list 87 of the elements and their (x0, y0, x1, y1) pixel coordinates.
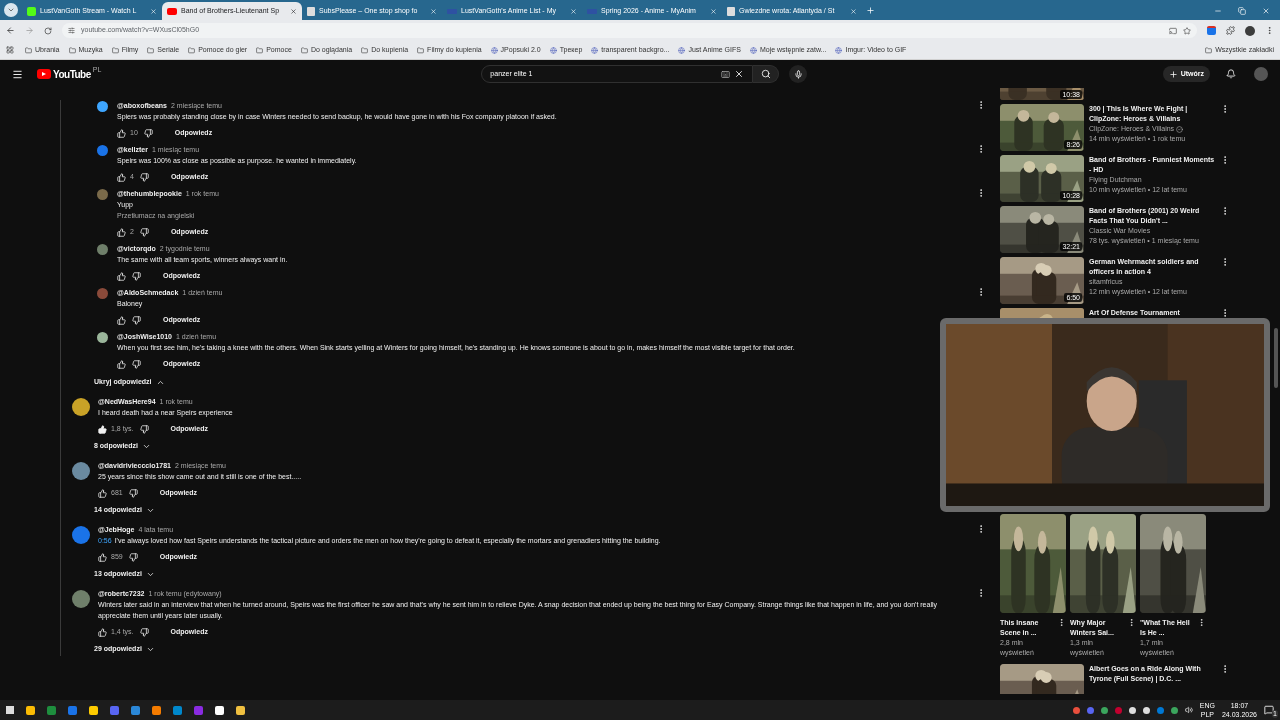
more-icon[interactable] (1197, 618, 1206, 627)
like-icon[interactable] (117, 271, 126, 281)
voice-search-button[interactable] (789, 65, 808, 83)
notifications-icon[interactable] (1264, 705, 1274, 715)
folder-icon (417, 46, 425, 54)
site-icon (835, 46, 843, 54)
app-icon[interactable] (215, 705, 224, 715)
dislike-icon[interactable] (139, 172, 149, 182)
folder-icon (188, 46, 196, 54)
avatar[interactable] (72, 398, 90, 416)
more-icon[interactable] (1057, 618, 1066, 627)
back-icon[interactable] (6, 26, 15, 35)
avatar[interactable] (97, 332, 108, 343)
dislike-icon[interactable] (143, 128, 153, 138)
tab-search-button[interactable] (4, 3, 18, 17)
app-icon[interactable] (152, 705, 161, 715)
star-icon[interactable] (1183, 26, 1191, 35)
extension-icon[interactable] (1207, 26, 1216, 35)
page-icon (727, 6, 735, 16)
reload-icon[interactable] (44, 26, 52, 35)
avatar[interactable] (97, 189, 108, 200)
notifications-icon[interactable] (1226, 69, 1236, 79)
like-icon[interactable] (117, 315, 126, 325)
site-icon (678, 46, 686, 54)
dislike-icon[interactable] (132, 271, 141, 281)
volume-icon[interactable] (1184, 706, 1193, 714)
extensions-icon[interactable] (1226, 26, 1235, 35)
cast-icon[interactable] (1169, 26, 1177, 35)
site-icon (549, 46, 557, 54)
close-icon[interactable] (290, 7, 297, 15)
mic-icon (793, 69, 803, 79)
avatar[interactable] (72, 462, 90, 480)
site-icon (591, 46, 599, 54)
avatar[interactable] (97, 145, 108, 156)
dislike-icon[interactable] (132, 315, 141, 325)
clear-icon[interactable] (734, 69, 745, 79)
folder-icon (256, 46, 264, 54)
play-icon (167, 7, 177, 15)
folder-icon (1205, 46, 1213, 54)
avatar[interactable] (97, 244, 108, 255)
folder-icon (361, 46, 369, 54)
dislike-icon[interactable] (128, 552, 138, 562)
search-button[interactable] (753, 65, 780, 83)
like-icon[interactable] (98, 627, 107, 637)
folder-icon (25, 46, 32, 54)
site-icon (27, 6, 36, 16)
app-icon[interactable] (236, 705, 245, 715)
site-settings-icon[interactable] (68, 27, 75, 34)
profile-avatar[interactable] (1245, 25, 1255, 36)
site-icon (749, 46, 757, 54)
menu-icon[interactable] (12, 68, 23, 80)
plus-icon (1168, 69, 1178, 79)
dislike-icon[interactable] (128, 488, 138, 498)
folder-icon (300, 46, 308, 54)
like-icon[interactable] (117, 227, 126, 237)
chevron-down-icon (7, 6, 15, 14)
restore-icon[interactable] (1238, 7, 1246, 15)
keyboard-icon[interactable] (721, 69, 731, 79)
start-icon[interactable] (6, 706, 14, 714)
folder-icon (68, 46, 76, 54)
like-icon[interactable] (117, 128, 126, 138)
apps-icon[interactable] (6, 46, 14, 54)
youtube-logo-icon[interactable] (37, 69, 51, 79)
app-icon[interactable] (26, 705, 35, 715)
new-tab-icon[interactable] (866, 6, 875, 15)
dislike-icon[interactable] (132, 359, 141, 369)
like-icon[interactable] (98, 424, 107, 434)
like-icon[interactable] (98, 552, 107, 562)
folder-icon (111, 46, 119, 54)
page-icon (307, 6, 315, 16)
avatar[interactable] (72, 526, 90, 544)
dislike-icon[interactable] (139, 627, 149, 637)
scrollbar-thumb[interactable] (1274, 328, 1278, 388)
like-icon[interactable] (117, 359, 126, 369)
like-icon[interactable] (117, 172, 126, 182)
verified-icon (1176, 125, 1184, 133)
search-icon (760, 69, 771, 79)
avatar[interactable] (72, 590, 90, 608)
dislike-icon[interactable] (139, 424, 149, 434)
dislike-icon[interactable] (139, 227, 149, 237)
like-icon[interactable] (98, 488, 107, 498)
more-icon[interactable] (1127, 618, 1136, 627)
folder-icon (147, 46, 155, 54)
app-icon[interactable] (89, 705, 98, 715)
site-icon (490, 46, 498, 54)
youtube-logo[interactable]: YouTube (53, 66, 91, 82)
avatar[interactable] (97, 101, 108, 112)
